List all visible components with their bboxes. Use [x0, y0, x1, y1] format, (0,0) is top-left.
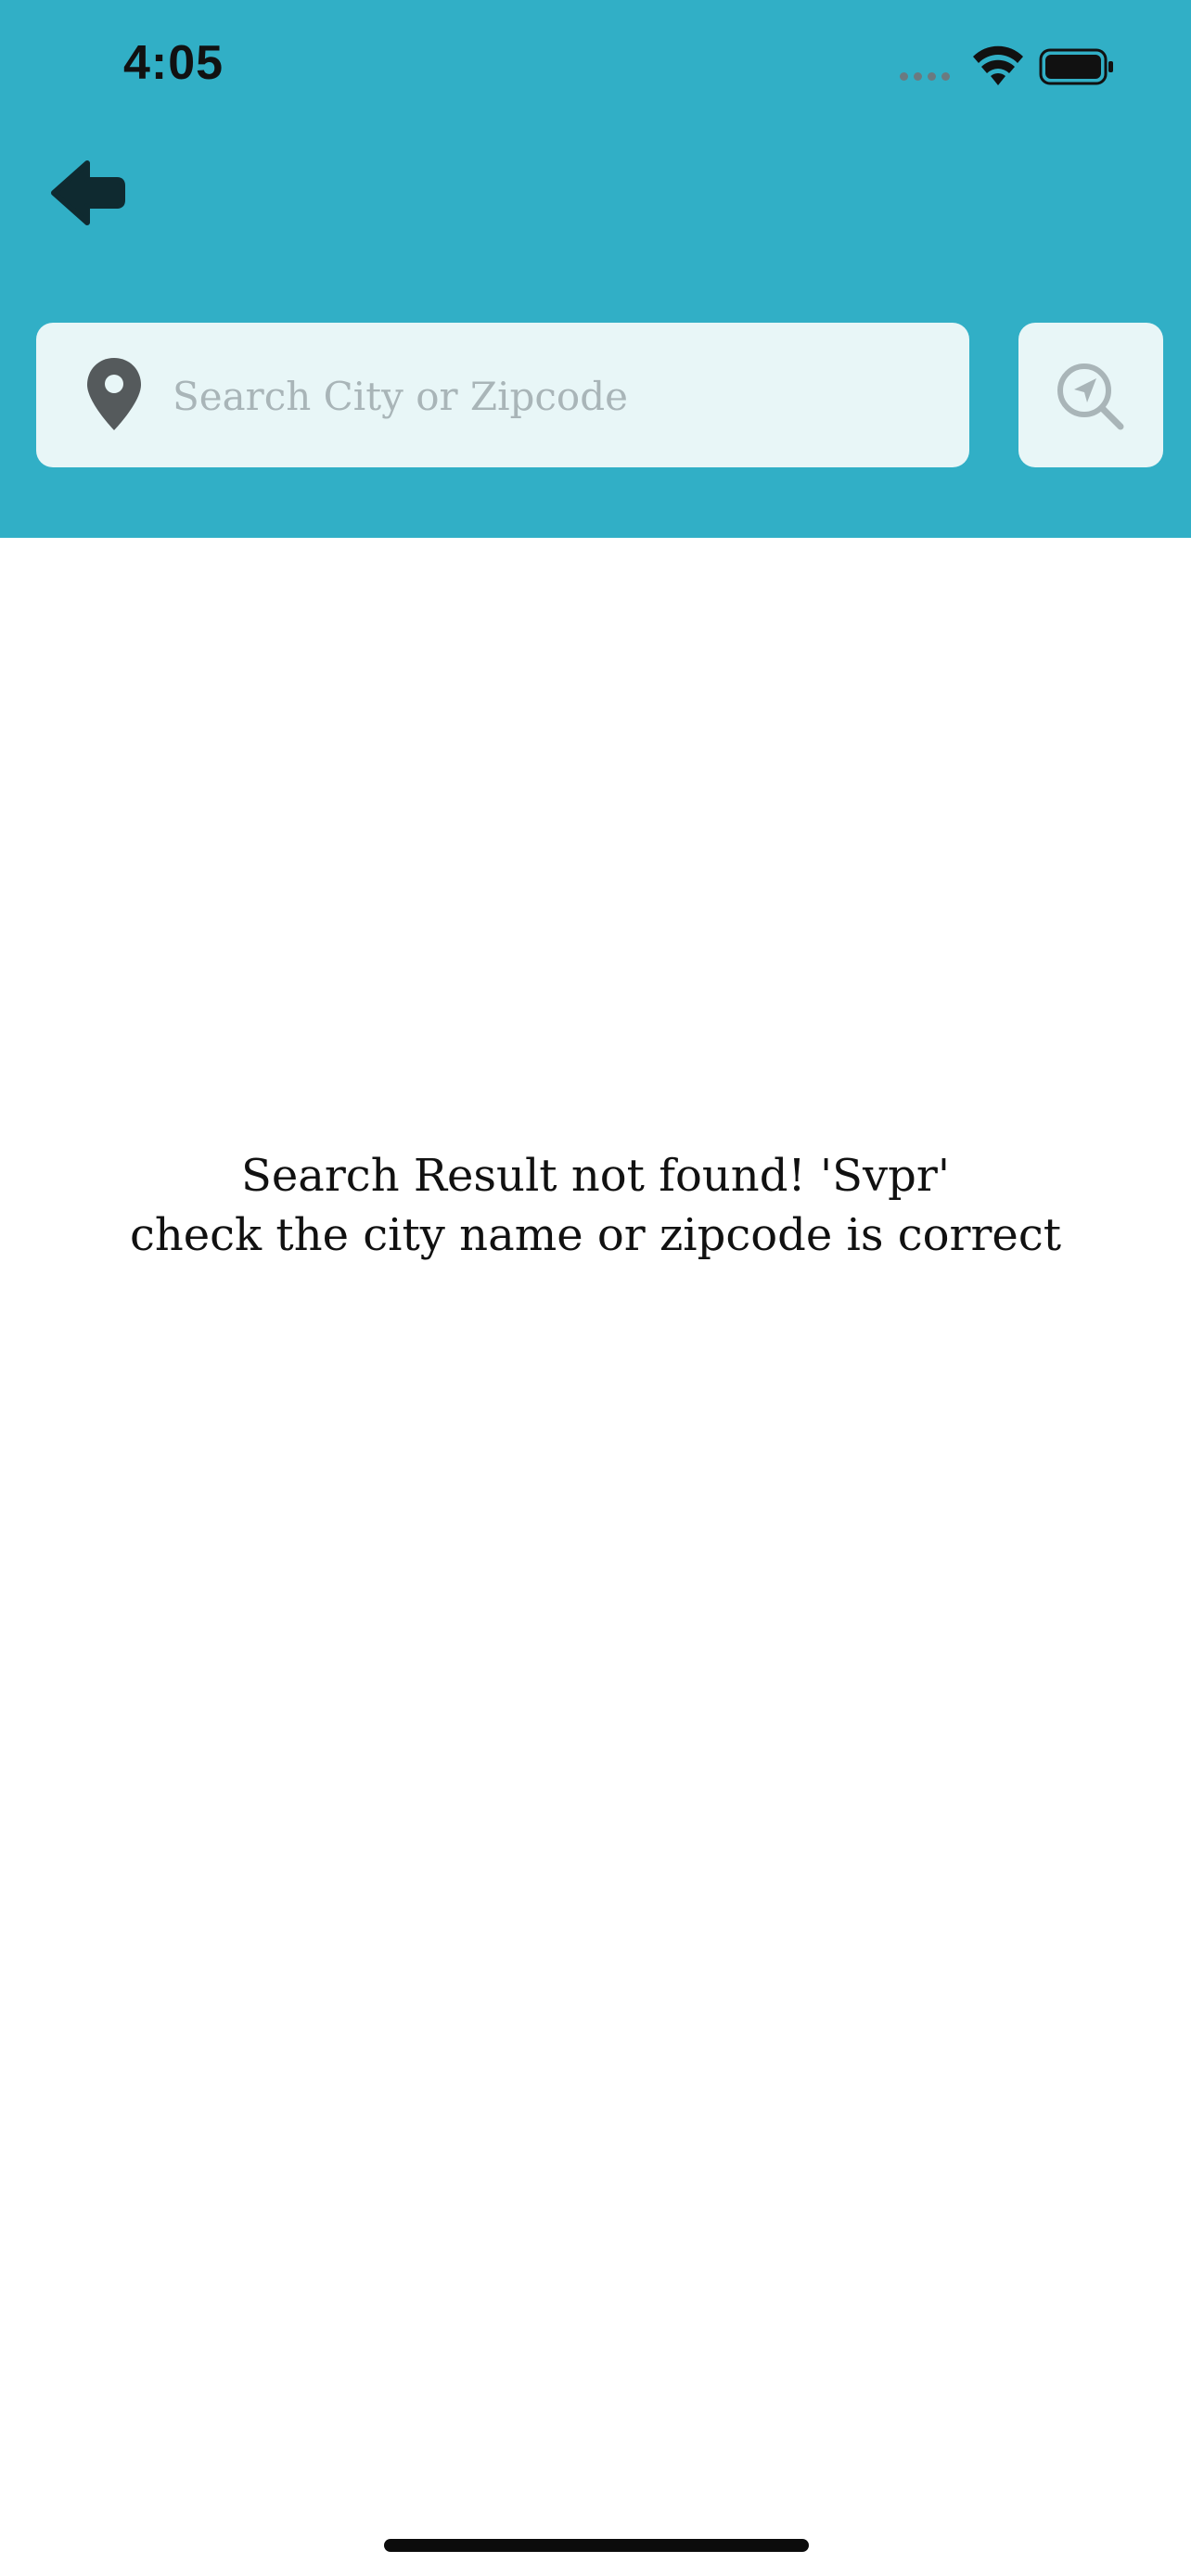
home-indicator[interactable]	[384, 2539, 809, 2552]
search-bar	[36, 323, 969, 467]
back-button[interactable]	[50, 159, 126, 226]
cellular-signal-icon	[900, 72, 950, 81]
empty-state-message: Search Result not found! 'Svpr' check th…	[0, 1146, 1191, 1265]
locate-search-button[interactable]	[1018, 323, 1163, 467]
battery-icon	[1039, 48, 1113, 85]
search-input[interactable]	[171, 356, 935, 436]
arrow-left-icon	[51, 160, 125, 225]
status-time: 4:05	[123, 36, 224, 90]
wifi-icon	[973, 45, 1023, 85]
empty-state-line-2: check the city name or zipcode is correc…	[129, 1209, 1062, 1261]
empty-state-line-1: Search Result not found! 'Svpr'	[240, 1150, 951, 1202]
map-pin-icon	[87, 358, 141, 430]
location-search-icon	[1057, 363, 1124, 430]
app-header: 4:05	[0, 0, 1191, 538]
